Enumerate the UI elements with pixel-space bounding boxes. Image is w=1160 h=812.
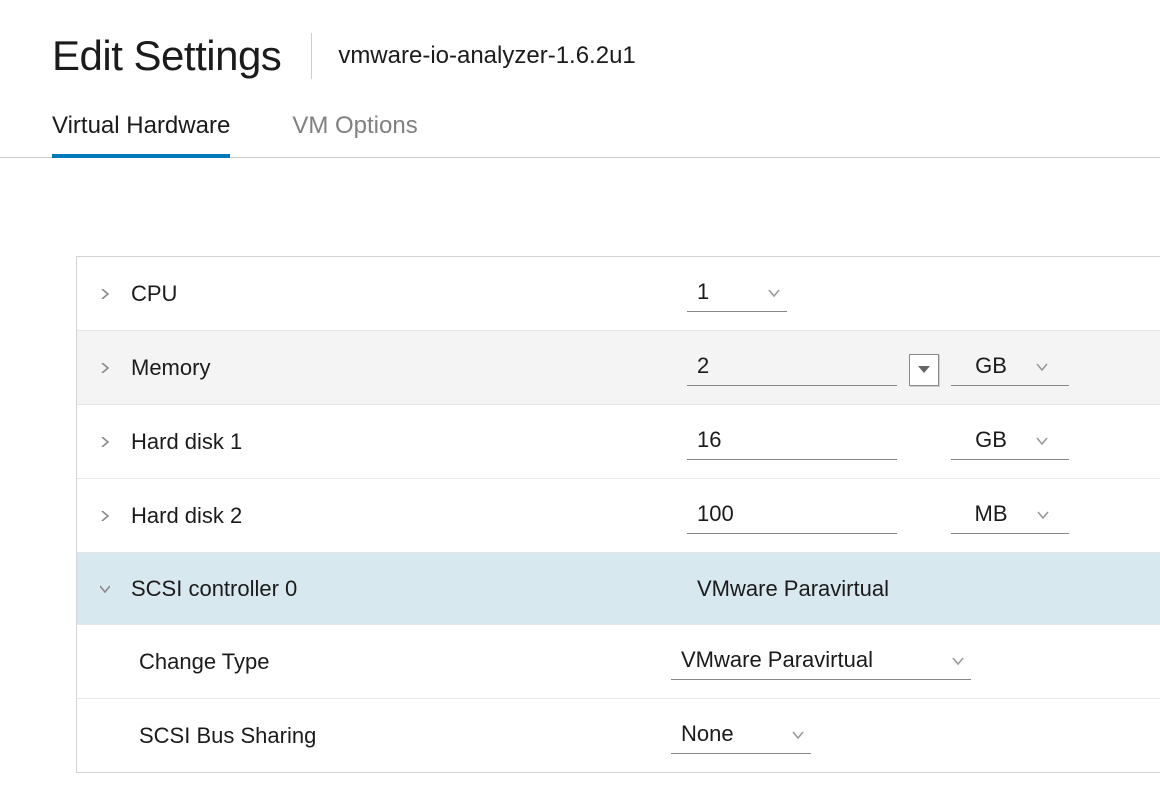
change-type-label: Change Type: [139, 649, 671, 675]
memory-value-area: 2 GB: [687, 349, 1069, 386]
chevron-down-icon: [951, 654, 965, 668]
chevron-right-icon: [97, 360, 113, 376]
row-scsi-controller-0[interactable]: SCSI controller 0 VMware Paravirtual: [77, 553, 1160, 625]
tabs-bar: Virtual Hardware VM Options: [0, 102, 1160, 158]
cpu-label: CPU: [131, 281, 687, 307]
bus-sharing-label: SCSI Bus Sharing: [139, 723, 671, 749]
row-memory[interactable]: Memory 2 GB: [77, 331, 1160, 405]
chevron-down-icon: [1036, 508, 1050, 522]
chevron-down-icon: [791, 728, 805, 742]
hd1-label: Hard disk 1: [131, 429, 687, 455]
chevron-right-icon: [97, 286, 113, 302]
change-type-value: VMware Paravirtual: [681, 647, 873, 673]
memory-size-value: 2: [697, 353, 709, 379]
triangle-down-icon: [918, 366, 930, 373]
tab-vm-options[interactable]: VM Options: [292, 102, 417, 158]
dialog-header: Edit Settings vmware-io-analyzer-1.6.2u1: [0, 0, 1160, 102]
memory-unit-select[interactable]: GB: [951, 349, 1069, 386]
hd2-size-input[interactable]: 100: [687, 497, 897, 534]
header-divider: [311, 33, 312, 79]
hd1-unit-select[interactable]: GB: [951, 423, 1069, 460]
memory-dropdown-button[interactable]: [909, 354, 939, 386]
hd2-label: Hard disk 2: [131, 503, 687, 529]
tab-virtual-hardware[interactable]: Virtual Hardware: [52, 102, 230, 158]
bus-sharing-value-area: None: [671, 717, 811, 754]
vm-name: vmware-io-analyzer-1.6.2u1: [338, 42, 635, 70]
hd2-unit-value: MB: [975, 501, 1008, 527]
chevron-down-icon: [767, 286, 781, 300]
chevron-right-icon: [97, 434, 113, 450]
scsi-summary-area: VMware Paravirtual: [687, 576, 889, 602]
chevron-down-icon: [97, 581, 113, 597]
cpu-count-value: 1: [697, 279, 709, 305]
hd1-value-area: 16 GB: [687, 423, 1069, 460]
cpu-value-area: 1: [687, 275, 787, 312]
row-hard-disk-1[interactable]: Hard disk 1 16 GB: [77, 405, 1160, 479]
scsi-label: SCSI controller 0: [131, 576, 687, 602]
memory-label: Memory: [131, 355, 687, 381]
cpu-count-select[interactable]: 1: [687, 275, 787, 312]
bus-sharing-value: None: [681, 721, 734, 747]
change-type-select[interactable]: VMware Paravirtual: [671, 643, 971, 680]
hd1-size-value: 16: [697, 427, 721, 453]
hd2-value-area: 100 MB: [687, 497, 1069, 534]
row-hard-disk-2[interactable]: Hard disk 2 100 MB: [77, 479, 1160, 553]
row-scsi-change-type: Change Type VMware Paravirtual: [77, 625, 1160, 699]
row-scsi-bus-sharing: SCSI Bus Sharing None: [77, 699, 1160, 772]
change-type-value-area: VMware Paravirtual: [671, 643, 971, 680]
bus-sharing-select[interactable]: None: [671, 717, 811, 754]
scsi-summary: VMware Paravirtual: [687, 576, 889, 602]
row-cpu[interactable]: CPU 1: [77, 257, 1160, 331]
page-title: Edit Settings: [52, 32, 281, 80]
chevron-down-icon: [1035, 434, 1049, 448]
memory-size-input[interactable]: 2: [687, 349, 897, 386]
chevron-right-icon: [97, 508, 113, 524]
hd1-size-input[interactable]: 16: [687, 423, 897, 460]
chevron-down-icon: [1035, 360, 1049, 374]
hardware-settings-panel: CPU 1 Memory 2 GB: [76, 256, 1160, 773]
hd2-unit-select[interactable]: MB: [951, 497, 1069, 534]
memory-unit-value: GB: [975, 353, 1007, 379]
hd2-size-value: 100: [697, 501, 734, 527]
hd1-unit-value: GB: [975, 427, 1007, 453]
